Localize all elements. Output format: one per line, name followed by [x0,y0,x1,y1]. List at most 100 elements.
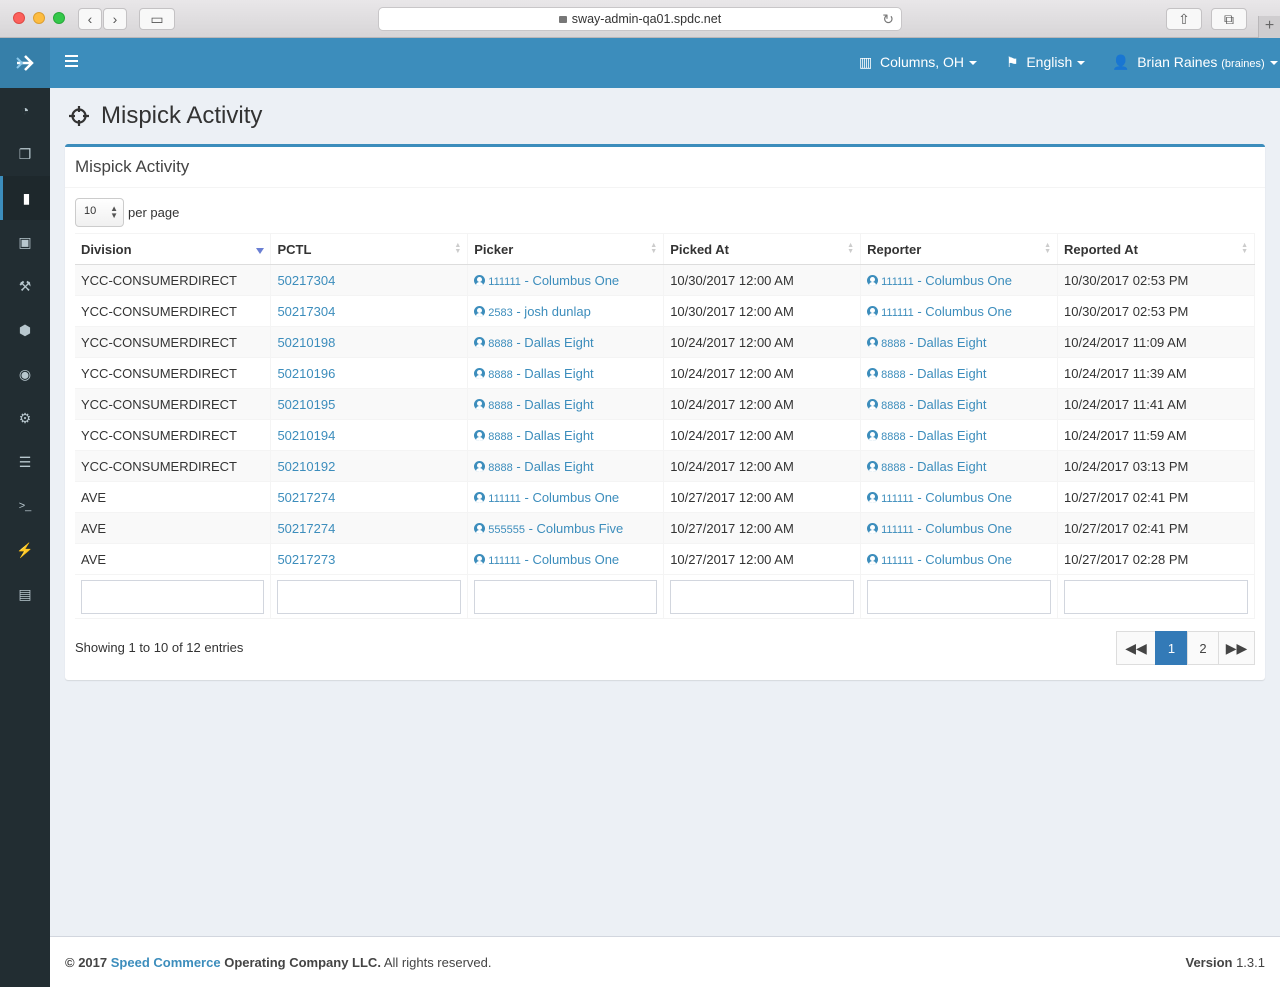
picker-link[interactable]: 111111 - Columbus One [474,490,619,505]
column-header-picked-at[interactable]: Picked At ▲ ▼ [663,233,862,265]
reporter-cell: 8888 - Dallas Eight [860,326,1059,358]
table-row: YCC-CONSUMERDIRECT 50210194 8888 - Dallas … [75,419,1255,451]
picker-link[interactable]: 8888 - Dallas Eight [474,459,594,474]
fast-forward-icon: ▶▶ [1225,639,1248,656]
caret-down-icon [1077,61,1086,66]
user-circle-icon [867,305,879,317]
pctl-link[interactable]: 50217273 [277,552,335,567]
column-header-picker[interactable]: Picker ▲ ▼ [467,233,665,265]
pctl-link[interactable]: 50210198 [277,335,335,350]
reporter-cell: 8888 - Dallas Eight [860,419,1059,451]
column-header-reported-at[interactable]: Reported At ▲ ▼ [1057,233,1255,265]
address-bar[interactable]: sway-admin-qa01.spdc.net ↻ [378,7,902,31]
filter-input-reporter[interactable] [867,579,1052,614]
filter-input-picker[interactable] [474,579,658,614]
division-cell: AVE [75,481,272,513]
page-2-button[interactable]: 2 [1187,631,1219,665]
reporter-link[interactable]: 111111 - Columbus One [867,521,1012,536]
reporter-link[interactable]: 111111 - Columbus One [867,552,1012,567]
reporter-link[interactable]: 8888 - Dallas Eight [867,428,987,443]
user-dropdown[interactable]: 👤 Brian Raines (braines) [1112,54,1278,71]
picker-name: - Columbus One [520,551,620,567]
column-header-pctl[interactable]: PCTL ▲ ▼ [270,233,469,265]
sidebar-item-list[interactable]: ☰ [0,440,50,484]
reporter-link[interactable]: 8888 - Dallas Eight [867,459,987,474]
logo[interactable] [0,38,50,88]
pctl-link[interactable]: 50217304 [277,273,335,288]
share-button[interactable]: ⇧ [1166,8,1202,30]
division-value: AVE [81,520,107,536]
picker-link[interactable]: 8888 - Dallas Eight [474,428,594,443]
reporter-link[interactable]: 8888 - Dallas Eight [867,397,987,412]
filter-input-division[interactable] [81,579,265,614]
pctl-link[interactable]: 50217304 [277,304,335,319]
sidebar-item-users[interactable]: ◉ [0,352,50,396]
reload-icon[interactable]: ↻ [882,8,894,30]
filter-input-pctl[interactable] [277,579,462,614]
reporter-link[interactable]: 8888 - Dallas Eight [867,335,987,350]
last-page-button[interactable]: ▶▶ [1218,631,1255,665]
sidebar-item-terminal[interactable]: >_ [0,484,50,528]
sidebar-item-settings[interactable]: ⚙ [0,396,50,440]
menu-toggle-icon[interactable] [65,55,78,70]
picker-link[interactable]: 8888 - Dallas Eight [474,397,594,412]
filter-input-picked-at[interactable] [670,579,855,614]
reporter-link[interactable]: 8888 - Dallas Eight [867,366,987,381]
pctl-link[interactable]: 50210195 [277,397,335,412]
sidebar-item-package[interactable]: ⬢ [0,308,50,352]
picker-link[interactable]: 8888 - Dallas Eight [474,335,594,350]
reporter-link[interactable]: 111111 - Columbus One [867,490,1012,505]
column-header-division[interactable]: Division [75,233,272,265]
pctl-link[interactable]: 50217274 [277,490,335,505]
first-page-button[interactable]: ◀◀ [1116,631,1156,665]
location-dropdown[interactable]: ▥ Columns, OH [859,54,978,71]
company-link[interactable]: Speed Commerce [111,955,221,970]
page-1-button[interactable]: 1 [1155,631,1188,665]
minimize-window-button[interactable] [33,12,45,24]
user-circle-icon [474,522,486,534]
reported-at-cell: 10/27/2017 02:41 PM [1057,512,1255,544]
reporter-link[interactable]: 111111 - Columbus One [867,304,1012,319]
filter-input-reported-at[interactable] [1064,579,1248,614]
close-window-button[interactable] [13,12,25,24]
chevron-left-icon: ‹ [87,11,93,27]
maximize-window-button[interactable] [53,12,65,24]
version-label: Version [1185,954,1233,970]
new-tab-button[interactable]: + [1258,16,1280,38]
pctl-cell: 50210198 [270,326,469,358]
picker-link[interactable]: 555555 - Columbus Five [474,521,623,536]
column-header-reporter[interactable]: Reporter ▲ ▼ [860,233,1059,265]
per-page-select[interactable]: 10 ▲ ▼ [75,198,124,227]
share-icon: ⇧ [1178,11,1190,27]
copy-icon: ❐ [18,145,32,162]
tabs-button[interactable]: ⧉ [1211,8,1247,30]
mispick-box: Mispick Activity 10 ▲ ▼ per page Division… [65,144,1265,680]
picker-id: 8888 [488,461,513,474]
sort-icon: ▲ ▼ [454,242,462,255]
sidebar-item-tools[interactable]: ⚒ [0,264,50,308]
back-button[interactable]: ‹ [78,8,102,30]
table-info: Showing 1 to 10 of 12 entries [75,640,244,655]
sidebar-item-medkit[interactable]: ▣ [0,220,50,264]
picker-link[interactable]: 111111 - Columbus One [474,273,619,288]
reporter-link[interactable]: 111111 - Columbus One [867,273,1012,288]
sidebar-item-plug[interactable]: ⚡ [0,528,50,572]
sidebar-item-dashboard[interactable]: ◔ [0,88,50,132]
forward-button[interactable]: › [103,8,127,30]
division-cell: YCC-CONSUMERDIRECT [75,295,272,327]
picker-link[interactable]: 8888 - Dallas Eight [474,366,594,381]
sidebar-toggle-button[interactable]: ▭ [139,8,175,30]
fast-backward-icon: ◀◀ [1125,639,1147,656]
sidebar-item-documents[interactable]: ❐ [0,132,50,176]
pctl-link[interactable]: 50217274 [277,521,335,536]
reported-at-value: 10/24/2017 11:09 AM [1064,334,1187,350]
pctl-link[interactable]: 50210194 [277,428,335,443]
picker-link[interactable]: 111111 - Columbus One [474,552,619,567]
sidebar-item-server[interactable]: ▤ [0,572,50,616]
pctl-link[interactable]: 50210192 [277,459,335,474]
user-circle-icon: ◉ [18,365,32,382]
sidebar-item-file[interactable]: ▮ [0,176,50,220]
picker-link[interactable]: 2583 - josh dunlap [474,304,591,319]
language-dropdown[interactable]: ⚑ English [1006,54,1086,71]
pctl-link[interactable]: 50210196 [277,366,335,381]
